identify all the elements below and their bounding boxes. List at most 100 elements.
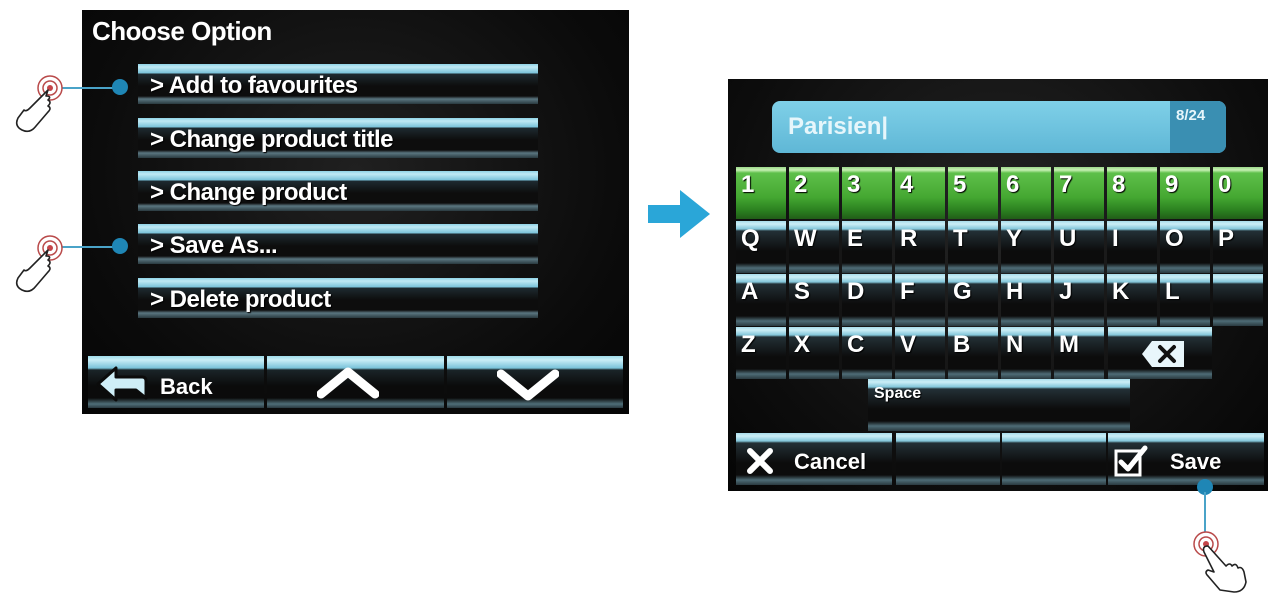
key-2[interactable]: 2	[789, 167, 839, 219]
menu-item-label: > Add to favourites	[150, 72, 358, 99]
chevron-down-icon	[496, 369, 559, 401]
key-label: Z	[741, 331, 756, 358]
backspace-key[interactable]	[1108, 327, 1212, 379]
finger-tap-icon	[15, 75, 63, 133]
key-m[interactable]: M	[1054, 327, 1104, 379]
key-g[interactable]: G	[948, 274, 998, 326]
key-e[interactable]: E	[842, 221, 892, 273]
blank-key	[896, 433, 1000, 485]
choose-option-screen: Choose Option > Add to favourites > Chan…	[82, 10, 629, 414]
callout-dot	[112, 238, 128, 254]
key-3[interactable]: 3	[842, 167, 892, 219]
key-label: 8	[1112, 171, 1126, 198]
key-label: E	[847, 225, 864, 252]
menu-item-add-to-favourites[interactable]: > Add to favourites	[138, 64, 538, 104]
key-a[interactable]: A	[736, 274, 786, 326]
key-p[interactable]: P	[1213, 221, 1263, 273]
key-7[interactable]: 7	[1054, 167, 1104, 219]
key-i[interactable]: I	[1107, 221, 1157, 273]
key-x[interactable]: X	[789, 327, 839, 379]
char-count-text: 8/24	[1176, 107, 1206, 124]
key-label: V	[900, 331, 917, 358]
key-label: 1	[741, 171, 755, 198]
back-button[interactable]: Back	[88, 356, 265, 408]
key-u[interactable]: U	[1054, 221, 1104, 273]
key-s[interactable]: S	[789, 274, 839, 326]
backspace-icon	[1142, 341, 1184, 367]
key-label: D	[847, 278, 865, 305]
key-label: M	[1059, 331, 1079, 358]
cancel-label: Cancel	[794, 449, 867, 474]
key-label: W	[794, 225, 817, 252]
menu-item-change-product-title[interactable]: > Change product title	[138, 118, 538, 158]
key-9[interactable]: 9	[1160, 167, 1210, 219]
key-label: Q	[741, 225, 760, 252]
key-label: X	[794, 331, 811, 358]
callout-line	[62, 246, 118, 248]
key-label: H	[1006, 278, 1024, 305]
key-w[interactable]: W	[789, 221, 839, 273]
key-j[interactable]: J	[1054, 274, 1104, 326]
key-label: 3	[847, 171, 861, 198]
menu-item-label: > Delete product	[150, 286, 331, 313]
menu-item-save-as[interactable]: > Save As...	[138, 224, 538, 264]
key-1[interactable]: 1	[736, 167, 786, 219]
key-h[interactable]: H	[1001, 274, 1051, 326]
key-6[interactable]: 6	[1001, 167, 1051, 219]
keyboard-screen: Parisien| 8/24 1 2 3 4 5 6 7 8 9 0 Q W E R T Y U I O P A S D…	[728, 79, 1268, 491]
key-r[interactable]: R	[895, 221, 945, 273]
scroll-up-button[interactable]	[267, 356, 444, 408]
key-q[interactable]: Q	[736, 221, 786, 273]
key-label: G	[953, 278, 972, 305]
key-f[interactable]: F	[895, 274, 945, 326]
chevron-up-icon	[317, 367, 380, 399]
back-arrow-icon	[96, 366, 148, 402]
key-c[interactable]: C	[842, 327, 892, 379]
key-8[interactable]: 8	[1107, 167, 1157, 219]
name-input[interactable]: Parisien| 8/24	[772, 101, 1226, 153]
callout-line	[62, 87, 118, 89]
key-d[interactable]: D	[842, 274, 892, 326]
key-5[interactable]: 5	[948, 167, 998, 219]
menu-item-change-product[interactable]: > Change product	[138, 171, 538, 211]
key-n[interactable]: N	[1001, 327, 1051, 379]
key-label: 4	[900, 171, 914, 198]
key-label: 9	[1165, 171, 1179, 198]
key-label: 2	[794, 171, 808, 198]
key-label: L	[1165, 278, 1180, 305]
key-v[interactable]: V	[895, 327, 945, 379]
space-key[interactable]: Space	[868, 379, 1130, 431]
blank-key	[1002, 433, 1106, 485]
key-label: I	[1112, 225, 1119, 252]
blank-key	[1213, 274, 1263, 326]
key-t[interactable]: T	[948, 221, 998, 273]
menu-item-delete-product[interactable]: > Delete product	[138, 278, 538, 318]
cancel-button[interactable]: Cancel	[736, 433, 892, 485]
key-label: Y	[1006, 225, 1023, 252]
save-label: Save	[1170, 449, 1222, 474]
menu-item-label: > Change product	[150, 179, 347, 206]
key-b[interactable]: B	[948, 327, 998, 379]
menu-item-label: > Change product title	[150, 126, 394, 153]
save-button[interactable]: Save	[1108, 433, 1264, 485]
key-label: N	[1006, 331, 1024, 358]
key-label: U	[1059, 225, 1077, 252]
back-label: Back	[160, 374, 213, 399]
x-icon	[747, 448, 773, 474]
key-o[interactable]: O	[1160, 221, 1210, 273]
key-l[interactable]: L	[1160, 274, 1210, 326]
key-y[interactable]: Y	[1001, 221, 1051, 273]
key-label: K	[1112, 278, 1130, 305]
key-label: 6	[1006, 171, 1020, 198]
key-0[interactable]: 0	[1213, 167, 1263, 219]
key-k[interactable]: K	[1107, 274, 1157, 326]
key-label: C	[847, 331, 865, 358]
key-label: R	[900, 225, 918, 252]
space-label: Space	[874, 385, 922, 402]
key-z[interactable]: Z	[736, 327, 786, 379]
char-counter: 8/24	[1170, 101, 1226, 153]
key-4[interactable]: 4	[895, 167, 945, 219]
finger-tap-icon	[15, 235, 63, 293]
scroll-down-button[interactable]	[446, 356, 623, 408]
checkbox-icon	[1114, 445, 1148, 477]
